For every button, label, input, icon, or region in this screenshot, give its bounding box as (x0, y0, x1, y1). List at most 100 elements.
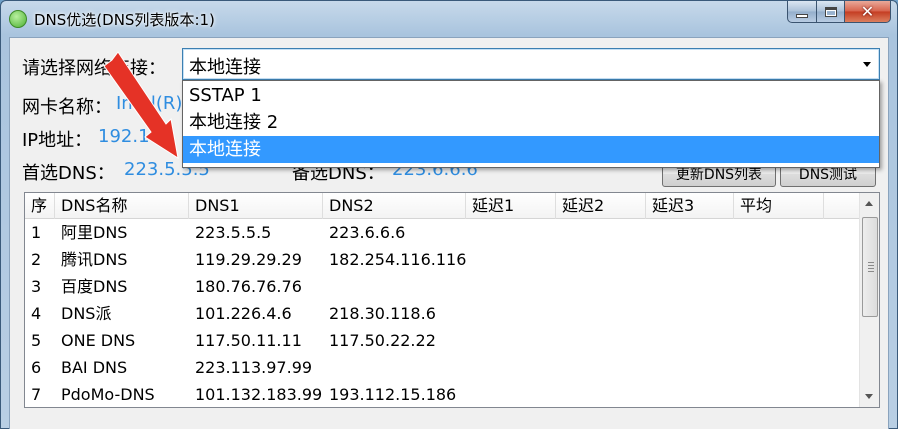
grip-line (868, 271, 874, 272)
table-cell (466, 273, 556, 300)
column-header[interactable]: DNS名称 (55, 193, 189, 219)
connection-label: 请选择网络连接： (22, 58, 166, 79)
list-header: 序 DNS名称 DNS1 DNS2 延迟1 延迟2 延迟3 平均 (25, 193, 859, 219)
table-cell (466, 381, 556, 407)
column-header[interactable]: 延迟2 (556, 193, 646, 219)
table-cell (466, 219, 556, 246)
table-cell (556, 219, 646, 246)
app-window: DNS优选(DNS列表版本:1) ✕ 请选择网络连接： 本地连接 SSTAP 1… (0, 0, 898, 429)
table-cell (556, 273, 646, 300)
column-header[interactable]: 延迟3 (646, 193, 734, 219)
column-header[interactable]: 平均 (734, 193, 824, 219)
scroll-down-icon[interactable] (865, 394, 873, 399)
table-cell (323, 273, 466, 300)
table-cell: 223.6.6.6 (329, 223, 406, 242)
table-cell (466, 246, 556, 273)
minimize-icon (796, 13, 808, 18)
scroll-up-icon[interactable] (865, 201, 873, 206)
table-cell (646, 219, 734, 246)
chevron-down-icon[interactable] (863, 62, 871, 67)
table-cell: 117.50.11.11 (195, 331, 302, 350)
table-cell (646, 246, 734, 273)
table-cell (734, 273, 824, 300)
maximize-button[interactable] (817, 1, 845, 23)
table-cell: 119.29.29.29 (195, 250, 302, 269)
table-cell (734, 246, 824, 273)
vertical-scrollbar[interactable] (859, 193, 879, 407)
table-cell (734, 300, 824, 327)
grip-line (868, 265, 874, 266)
window-title: DNS优选(DNS列表版本:1) (34, 11, 215, 29)
maximize-icon (824, 6, 837, 17)
client-area: 请选择网络连接： 本地连接 SSTAP 1 本地连接 2 本地连接 网卡名称： … (9, 37, 889, 429)
grip-line (868, 262, 874, 263)
minimize-button[interactable] (787, 1, 817, 23)
table-cell (556, 381, 646, 407)
table-cell: 182.254.116.116 (329, 250, 467, 269)
table-cell (556, 354, 646, 381)
table-row[interactable]: 6 BAI DNS 223.113.97.99 (25, 354, 859, 381)
table-cell (466, 327, 556, 354)
table-cell (556, 246, 646, 273)
dropdown-option[interactable]: SSTAP 1 (183, 82, 879, 109)
table-cell (734, 219, 824, 246)
table-cell (466, 300, 556, 327)
dropdown-option-selected[interactable]: 本地连接 (183, 136, 879, 163)
table-cell (734, 381, 824, 407)
table-cell: 阿里DNS (61, 223, 128, 242)
table-cell (646, 381, 734, 407)
connection-select-value: 本地连接 (189, 57, 261, 78)
table-cell: 218.30.118.6 (329, 304, 436, 323)
table-cell: 3 (31, 277, 42, 296)
connection-dropdown-list: SSTAP 1 本地连接 2 本地连接 (182, 80, 880, 168)
table-row[interactable]: 5 ONE DNS 117.50.11.11 117.50.22.22 (25, 327, 859, 354)
primary-dns-label: 首选DNS： (22, 163, 115, 184)
table-cell: 193.112.15.186 (329, 385, 457, 404)
table-cell (646, 273, 734, 300)
table-row[interactable]: 7 PdoMo-DNS 101.132.183.99 193.112.15.186 (25, 381, 859, 407)
table-cell: 4 (31, 304, 42, 323)
table-cell: 1 (31, 223, 42, 242)
scrollbar-thumb[interactable] (862, 217, 878, 317)
table-cell: 5 (31, 331, 42, 350)
table-cell (734, 327, 824, 354)
table-cell (323, 354, 466, 381)
caption-buttons: ✕ (787, 1, 891, 23)
ip-label: IP地址： (22, 130, 93, 151)
close-button[interactable]: ✕ (845, 1, 891, 23)
table-row[interactable]: 4 DNS派 101.226.4.6 218.30.118.6 (25, 300, 859, 327)
close-icon: ✕ (860, 1, 875, 21)
table-cell (646, 354, 734, 381)
table-row[interactable]: 3 百度DNS 180.76.76.76 (25, 273, 859, 300)
connection-select[interactable]: 本地连接 (182, 48, 880, 80)
table-row[interactable]: 2 腾讯DNS 119.29.29.29 182.254.116.116 (25, 246, 859, 273)
table-cell: 223.5.5.5 (195, 223, 272, 242)
column-header[interactable]: 序 (25, 193, 55, 219)
app-icon (9, 10, 27, 28)
table-cell (646, 300, 734, 327)
ip-value: 192.168 (98, 126, 173, 147)
table-cell: BAI DNS (61, 358, 128, 377)
table-cell: 117.50.22.22 (329, 331, 436, 350)
dns-list[interactable]: 序 DNS名称 DNS1 DNS2 延迟1 延迟2 延迟3 平均 1 阿里DNS 2… (24, 192, 880, 408)
column-header[interactable]: DNS2 (323, 193, 466, 219)
table-cell: 223.113.97.99 (195, 358, 313, 377)
grip-line (868, 268, 874, 269)
table-cell (556, 300, 646, 327)
table-cell: ONE DNS (61, 331, 136, 350)
title-bar[interactable]: DNS优选(DNS列表版本:1) ✕ (1, 1, 897, 37)
table-row[interactable]: 1 阿里DNS 223.5.5.5 223.6.6.6 (25, 219, 859, 246)
table-cell: 7 (31, 385, 42, 404)
table-cell (734, 354, 824, 381)
table-cell: 101.132.183.99 (195, 385, 323, 404)
table-cell: PdoMo-DNS (61, 385, 155, 404)
dropdown-option[interactable]: 本地连接 2 (183, 109, 879, 136)
table-cell (646, 327, 734, 354)
table-cell: 2 (31, 250, 42, 269)
column-header[interactable]: DNS1 (189, 193, 323, 219)
table-cell: 腾讯DNS (61, 250, 128, 269)
table-cell: DNS派 (61, 304, 112, 323)
table-cell (466, 354, 556, 381)
table-cell: 6 (31, 358, 42, 377)
column-header[interactable]: 延迟1 (466, 193, 556, 219)
